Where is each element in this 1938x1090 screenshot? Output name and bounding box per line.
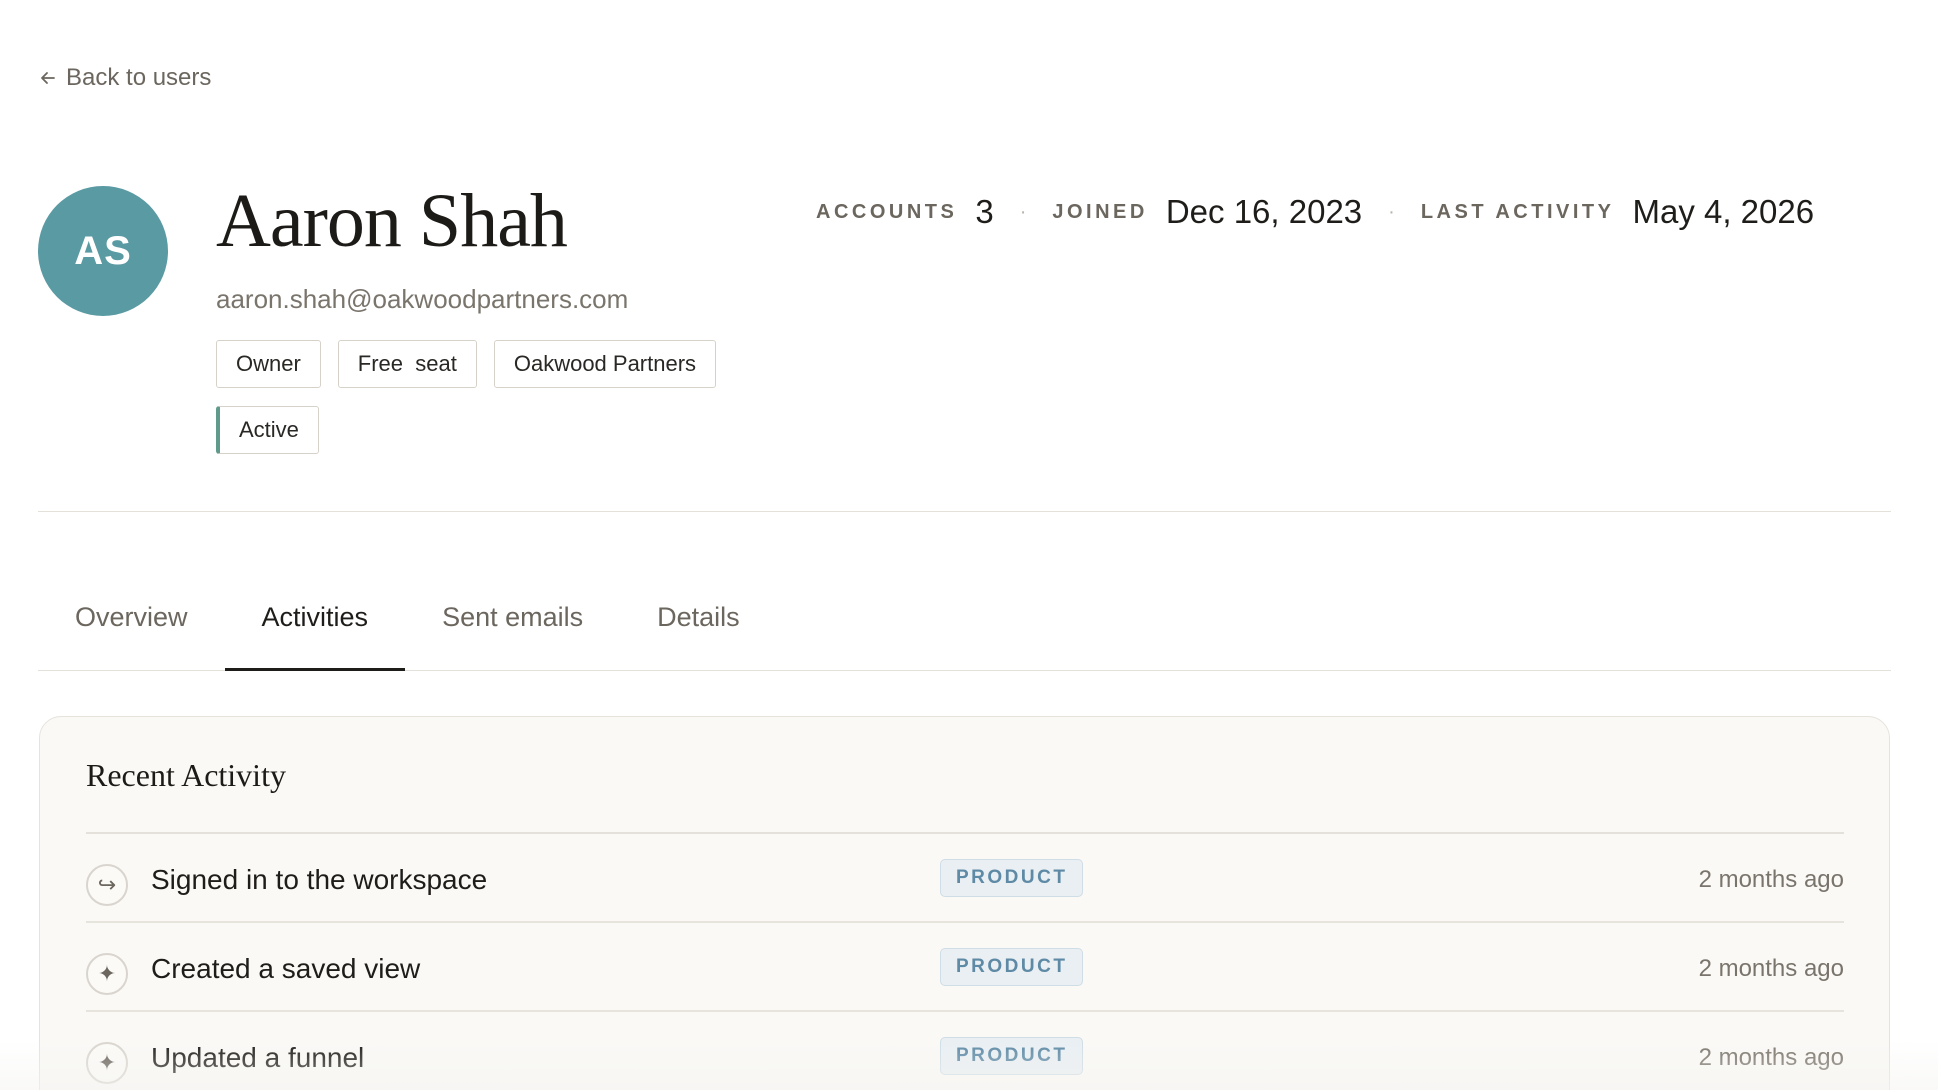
sign-in-icon: ↪	[86, 863, 128, 906]
activity-time: 2 months ago	[1698, 866, 1844, 893]
recent-activity-title: Recent Activity	[86, 757, 286, 793]
activity-time: 2 months ago	[1698, 1044, 1844, 1071]
status-badge: Active	[216, 406, 319, 454]
joined-stat-label: JOINED	[1052, 200, 1148, 223]
user-email: aaron.shah@oakwoodpartners.com	[216, 284, 629, 314]
last-activity-stat-label: LAST ACTIVITY	[1420, 200, 1615, 223]
company-badge: Oakwood Partners	[493, 340, 717, 388]
user-detail-page: Back to users AS Aaron Shah aaron.shah@o…	[0, 0, 1938, 1090]
user-stats: ACCOUNTS 3 · JOINED Dec 16, 2023 · LAST …	[816, 192, 1814, 232]
tab-bar: Overview Activities Sent emails Details	[38, 570, 1891, 671]
activity-tag: PRODUCT	[940, 859, 1084, 897]
tab-details[interactable]: Details	[620, 570, 777, 670]
activity-row[interactable]: ✦ Updated a funnel PRODUCT 2 months ago	[86, 1012, 1844, 1090]
activity-tag: PRODUCT	[940, 948, 1084, 986]
header-divider	[38, 511, 1891, 512]
accounts-stat-label: ACCOUNTS	[816, 200, 958, 223]
accounts-stat-value: 3	[975, 193, 994, 230]
tab-activities[interactable]: Activities	[224, 570, 406, 671]
sparkle-icon: ✦	[86, 952, 128, 995]
avatar-initials: AS	[74, 228, 132, 273]
stat-separator: ·	[1019, 200, 1027, 223]
back-to-users-link[interactable]: Back to users	[38, 64, 211, 92]
stat-separator: ·	[1388, 200, 1395, 223]
last-activity-stat-value: May 4, 2026	[1632, 193, 1815, 230]
recent-activity-card: Recent Activity ↪ Signed in to the works…	[39, 716, 1890, 1090]
avatar: AS	[38, 186, 168, 316]
seat-badge: Free seat	[337, 340, 477, 388]
activity-title: Updated a funnel	[151, 1042, 365, 1073]
activity-list: ↪ Signed in to the workspace PRODUCT 2 m…	[86, 834, 1844, 1090]
arrow-left-icon	[41, 72, 55, 84]
role-badge: Owner	[216, 340, 321, 388]
activity-title: Signed in to the workspace	[151, 864, 488, 895]
activity-row[interactable]: ✦ Created a saved view PRODUCT 2 months …	[86, 923, 1844, 1012]
tab-overview[interactable]: Overview	[38, 570, 225, 670]
activity-time: 2 months ago	[1698, 955, 1844, 982]
back-link-label: Back to users	[66, 64, 212, 91]
activity-row[interactable]: ↪ Signed in to the workspace PRODUCT 2 m…	[86, 834, 1844, 923]
user-name: Aaron Shah	[216, 179, 568, 263]
joined-stat-value: Dec 16, 2023	[1165, 193, 1363, 230]
tab-sent-emails[interactable]: Sent emails	[405, 570, 620, 670]
sparkle-icon: ✦	[86, 1041, 128, 1084]
activity-tag: PRODUCT	[940, 1037, 1084, 1075]
user-badges: Owner Free seat Oakwood Partners	[216, 340, 717, 388]
activity-title: Created a saved view	[151, 953, 421, 984]
